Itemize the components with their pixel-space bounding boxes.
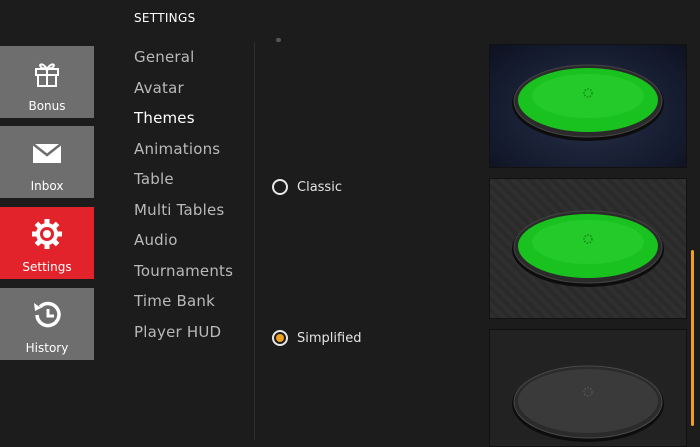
- submenu-item-general[interactable]: General: [134, 48, 195, 66]
- page-title: SETTINGS: [134, 11, 196, 25]
- submenu-item-time-bank[interactable]: Time Bank: [134, 292, 215, 310]
- section-divider: [254, 42, 255, 440]
- nav-inbox-label: Inbox: [30, 179, 64, 193]
- poker-table-preview: [512, 365, 664, 442]
- theme-option-classic[interactable]: Classic: [272, 179, 342, 195]
- theme-preview-image[interactable]: [489, 44, 687, 168]
- nav-inbox-button[interactable]: Inbox: [0, 126, 94, 198]
- scroll-hint-mark: [276, 38, 281, 42]
- poker-table-preview: [512, 210, 664, 287]
- history-icon: [30, 300, 64, 330]
- submenu-item-themes[interactable]: Themes: [134, 109, 195, 127]
- nav-bonus-label: Bonus: [28, 99, 66, 113]
- classic-radio[interactable]: [272, 179, 288, 195]
- simplified-radio[interactable]: [272, 330, 288, 346]
- nav-settings-label: Settings: [22, 260, 72, 274]
- submenu-item-avatar[interactable]: Avatar: [134, 79, 184, 97]
- submenu-item-animations[interactable]: Animations: [134, 140, 220, 158]
- nav-settings-button[interactable]: Settings: [0, 207, 94, 279]
- submenu-item-table[interactable]: Table: [134, 170, 174, 188]
- gift-icon: [33, 58, 61, 88]
- theme-preview-image[interactable]: [489, 178, 687, 319]
- classic-label: Classic: [297, 179, 342, 195]
- theme-option-simplified[interactable]: Simplified: [272, 330, 361, 346]
- gear-icon: [31, 219, 63, 249]
- nav-history-label: History: [25, 341, 69, 355]
- poker-table-preview: [512, 64, 664, 141]
- submenu-item-player-hud[interactable]: Player HUD: [134, 323, 221, 341]
- submenu-item-multi-tables[interactable]: Multi Tables: [134, 201, 224, 219]
- submenu-item-tournaments[interactable]: Tournaments: [134, 262, 233, 280]
- envelope-icon: [32, 138, 62, 168]
- simplified-label: Simplified: [297, 330, 362, 346]
- vertical-scrollbar[interactable]: [691, 250, 694, 426]
- nav-bonus-button[interactable]: Bonus: [0, 46, 94, 118]
- submenu-item-audio[interactable]: Audio: [134, 231, 178, 249]
- theme-preview-image[interactable]: [489, 329, 687, 447]
- nav-history-button[interactable]: History: [0, 288, 94, 360]
